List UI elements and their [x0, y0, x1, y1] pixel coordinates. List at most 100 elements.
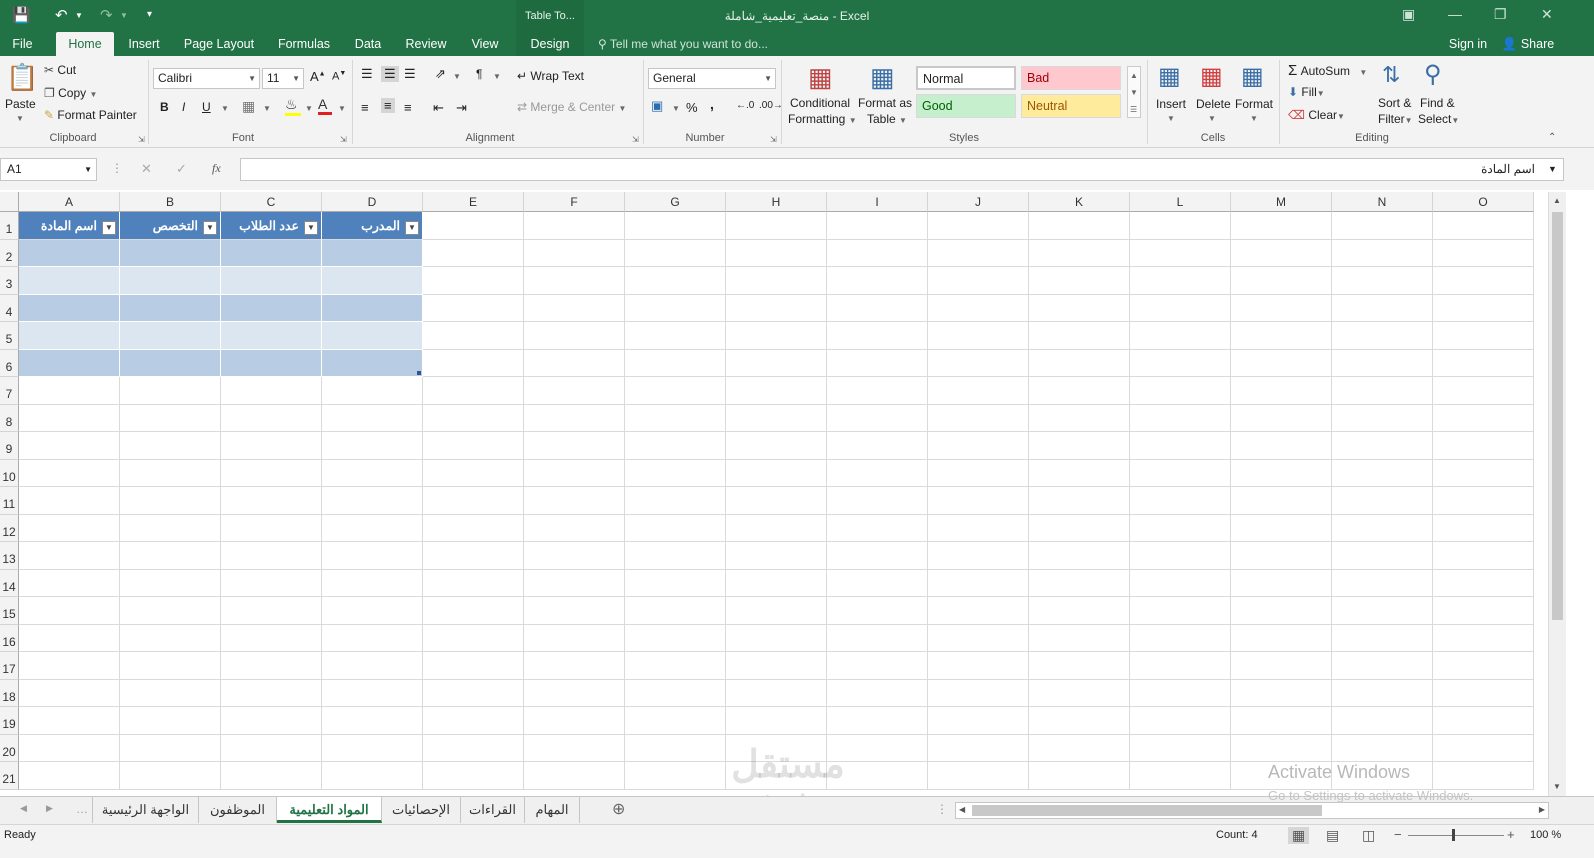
cell[interactable]	[1029, 404, 1130, 432]
increase-font-icon[interactable]: A▲	[310, 69, 326, 84]
cell[interactable]	[1433, 762, 1534, 790]
cell[interactable]	[928, 652, 1029, 680]
find-select-button[interactable]: Find &	[1420, 96, 1455, 110]
cell[interactable]	[625, 707, 726, 735]
column-header[interactable]: M	[1231, 192, 1332, 212]
cell[interactable]	[322, 542, 423, 570]
cell[interactable]	[827, 652, 928, 680]
cell[interactable]	[1130, 597, 1231, 625]
decrease-font-icon[interactable]: A▼	[332, 70, 346, 83]
cell[interactable]	[120, 487, 221, 515]
table-cell[interactable]	[221, 267, 322, 295]
cell[interactable]	[322, 652, 423, 680]
cell[interactable]	[827, 569, 928, 597]
sheet-tab-employees[interactable]: الموظفون	[199, 797, 277, 823]
minimize-icon[interactable]: —	[1448, 6, 1462, 22]
cell[interactable]	[928, 542, 1029, 570]
cell[interactable]	[524, 707, 625, 735]
cell[interactable]	[625, 487, 726, 515]
clear-button[interactable]: ⌫ Clear▼	[1288, 108, 1345, 122]
borders-dropdown-icon[interactable]: ▼	[263, 104, 271, 113]
row-header[interactable]: 20	[0, 734, 19, 762]
format-as-table-label[interactable]: Table ▼	[867, 112, 907, 126]
conditional-formatting-button[interactable]: Conditional	[790, 96, 850, 110]
column-header[interactable]: F	[524, 192, 625, 212]
cell[interactable]	[1029, 679, 1130, 707]
delete-cells-icon[interactable]: ▦	[1200, 62, 1223, 91]
cell[interactable]	[726, 239, 827, 267]
format-as-table-icon[interactable]: ▦	[870, 62, 895, 93]
cell[interactable]	[726, 349, 827, 377]
cell[interactable]	[1130, 404, 1231, 432]
cell[interactable]	[524, 322, 625, 350]
row-header[interactable]: 12	[0, 514, 19, 542]
cell[interactable]	[423, 239, 524, 267]
cell[interactable]	[1433, 294, 1534, 322]
page-break-view-icon[interactable]: ◫	[1362, 827, 1375, 844]
cell[interactable]	[423, 349, 524, 377]
share-button[interactable]: 👤 Share	[1500, 32, 1556, 56]
cell[interactable]	[1130, 349, 1231, 377]
row-header[interactable]: 6	[0, 349, 19, 377]
column-header[interactable]: E	[423, 192, 524, 212]
cell[interactable]	[625, 542, 726, 570]
cell[interactable]	[524, 679, 625, 707]
cell[interactable]	[423, 267, 524, 295]
cell[interactable]	[1231, 377, 1332, 405]
ribbon-display-icon[interactable]: ▣	[1402, 6, 1415, 23]
style-bad[interactable]: Bad	[1021, 66, 1121, 90]
cell[interactable]	[1130, 432, 1231, 460]
cell[interactable]	[221, 514, 322, 542]
cell[interactable]	[827, 679, 928, 707]
cell[interactable]	[19, 707, 120, 735]
fill-color-dropdown-icon[interactable]: ▼	[305, 104, 313, 113]
more-sheets-icon[interactable]: …	[76, 802, 88, 816]
row-header[interactable]: 10	[0, 459, 19, 487]
vertical-scrollbar[interactable]: ▲ ▼	[1548, 192, 1566, 796]
row-header[interactable]: 1	[0, 212, 19, 240]
italic-button[interactable]: I	[182, 100, 185, 114]
cell[interactable]	[1433, 597, 1534, 625]
cell[interactable]	[726, 322, 827, 350]
select-all-corner[interactable]	[0, 192, 19, 212]
format-cells-icon[interactable]: ▦	[1241, 62, 1264, 91]
cell[interactable]	[928, 679, 1029, 707]
worksheet-grid[interactable]: ABCDEFGHIJKLMNO 1 2 3 4 5 6 7 8 9 10 11 12 13 14 15 16 1…	[0, 192, 1548, 796]
row-header[interactable]: 14	[0, 569, 19, 597]
cell[interactable]	[1029, 294, 1130, 322]
cell[interactable]	[19, 597, 120, 625]
cell[interactable]	[221, 569, 322, 597]
table-resize-handle[interactable]	[417, 371, 421, 375]
orientation-icon[interactable]: ⇗	[435, 66, 446, 82]
cell[interactable]	[120, 569, 221, 597]
cell[interactable]	[120, 652, 221, 680]
table-cell[interactable]	[120, 349, 221, 377]
cell[interactable]	[1130, 377, 1231, 405]
cell[interactable]	[322, 404, 423, 432]
sheet-tab-courses[interactable]: المواد التعليمية	[277, 797, 382, 823]
table-cell[interactable]	[221, 349, 322, 377]
cell[interactable]	[827, 597, 928, 625]
cell[interactable]	[1332, 239, 1433, 267]
cell[interactable]	[221, 377, 322, 405]
table-cell[interactable]	[221, 322, 322, 350]
cell[interactable]	[625, 322, 726, 350]
cell[interactable]	[827, 707, 928, 735]
text-direction-icon[interactable]: ¶	[476, 67, 482, 81]
cell[interactable]	[726, 514, 827, 542]
cell[interactable]	[1332, 267, 1433, 295]
tab-home[interactable]: Home	[56, 32, 114, 56]
increase-indent-icon[interactable]: ⇥	[456, 100, 467, 116]
cell[interactable]	[928, 377, 1029, 405]
delete-dropdown-icon[interactable]: ▼	[1208, 114, 1216, 123]
cell[interactable]	[524, 597, 625, 625]
cell[interactable]	[1029, 624, 1130, 652]
row-header[interactable]: 5	[0, 322, 19, 350]
cell[interactable]	[1231, 514, 1332, 542]
cell[interactable]	[322, 597, 423, 625]
cell[interactable]	[1231, 569, 1332, 597]
cell[interactable]	[1332, 377, 1433, 405]
cell[interactable]	[524, 459, 625, 487]
insert-cells-button[interactable]: Insert	[1156, 97, 1186, 111]
cell[interactable]	[322, 624, 423, 652]
